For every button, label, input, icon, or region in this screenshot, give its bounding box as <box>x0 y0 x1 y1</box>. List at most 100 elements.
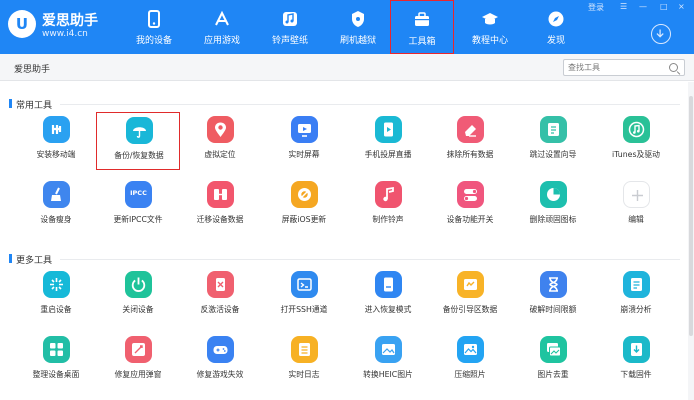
tool-play-video[interactable]: 手机投屏直播 <box>346 116 430 174</box>
tool-label: 屏蔽iOS更新 <box>281 215 327 224</box>
tool-crash-report[interactable]: 崩溃分析 <box>594 271 678 329</box>
broom-icon <box>43 181 70 208</box>
nav-label: 我的设备 <box>135 36 172 46</box>
tool-label: 设备功能开关 <box>446 215 494 224</box>
nav-tutorial-center[interactable]: 教程中心 <box>456 0 524 54</box>
music-note-icon <box>375 181 402 208</box>
app-window: U 爱思助手 www.i4.cn 我的设备 应用游戏 铃声壁纸 刷机越狱 工具箱… <box>0 0 694 400</box>
terminal-icon <box>291 271 318 298</box>
tool-log[interactable]: 实时日志 <box>262 336 346 394</box>
tool-restart[interactable]: 重启设备 <box>14 271 98 329</box>
location-pin-icon <box>207 116 234 143</box>
download-manager-icon[interactable] <box>651 24 671 44</box>
pie-icon <box>540 181 567 208</box>
play-video-icon <box>375 116 402 143</box>
tool-label: 图片去重 <box>537 370 569 379</box>
nav-toolbox[interactable]: 工具箱 <box>390 0 454 54</box>
logo-mark: U <box>8 10 36 38</box>
tool-photo-dedup[interactable]: 图片去重 <box>511 336 595 394</box>
nav-label: 教程中心 <box>471 36 508 46</box>
tool-repair-app[interactable]: 修复应用弹窗 <box>96 336 180 394</box>
tool-ipcc[interactable]: IPCC 更新IPCC文件 <box>96 181 180 239</box>
tool-label: 关闭设备 <box>122 305 154 314</box>
tool-label: 虚拟定位 <box>204 150 236 159</box>
power-icon <box>125 271 152 298</box>
section-more-tools-title: 更多工具 <box>8 253 52 266</box>
section-divider <box>60 259 680 260</box>
tool-label: 整理设备桌面 <box>32 370 80 379</box>
itunes-icon <box>623 116 650 143</box>
nav-flash-jailbreak[interactable]: 刷机越狱 <box>324 0 392 54</box>
tool-toggle[interactable]: 设备功能开关 <box>428 181 512 239</box>
tool-grid[interactable]: 整理设备桌面 <box>14 336 98 394</box>
tool-compress-photo[interactable]: 压缩照片 <box>428 336 512 394</box>
nav-ringtones-wallpapers[interactable]: 铃声壁纸 <box>256 0 324 54</box>
tool-label: 破解时间限额 <box>529 305 577 314</box>
grid-icon <box>43 336 70 363</box>
section-divider <box>60 104 680 105</box>
tool-label: 实时屏幕 <box>288 150 320 159</box>
tool-gear-block[interactable]: 屏蔽iOS更新 <box>262 181 346 239</box>
tool-download-firmware[interactable]: 下载固件 <box>594 336 678 394</box>
tool-deactivate[interactable]: 反激活设备 <box>178 271 262 329</box>
tool-label: 更新IPCC文件 <box>113 215 163 224</box>
tool-label: 编辑 <box>628 215 644 224</box>
tool-pie[interactable]: 删除顽固图标 <box>511 181 595 239</box>
scrollbar-thumb[interactable] <box>689 96 693 336</box>
tool-recovery[interactable]: 进入恢复模式 <box>346 271 430 329</box>
toolbox-icon <box>415 12 429 26</box>
tool-search-box[interactable] <box>563 59 685 76</box>
tool-label: 备份引导区数据 <box>442 305 498 314</box>
tool-plus[interactable]: 编辑 <box>594 181 678 239</box>
nav-my-device[interactable]: 我的设备 <box>120 0 188 54</box>
tool-label: 跳过设置向导 <box>529 150 577 159</box>
vertical-scrollbar[interactable] <box>688 82 694 400</box>
tool-label: 制作铃声 <box>372 215 404 224</box>
tool-backup-boot[interactable]: 备份引导区数据 <box>428 271 512 329</box>
tool-label: 压缩照片 <box>454 370 486 379</box>
deactivate-icon <box>207 271 234 298</box>
tool-label: 备份/恢复数据 <box>114 151 164 160</box>
tool-label: 崩溃分析 <box>620 305 652 314</box>
nav-discover[interactable]: 发现 <box>522 0 590 54</box>
tool-hourglass[interactable]: 破解时间限额 <box>511 271 595 329</box>
umbrella-icon <box>126 117 153 144</box>
maximize-button[interactable]: □ <box>660 2 668 14</box>
compass-icon <box>548 11 564 27</box>
tool-location-pin[interactable]: 虚拟定位 <box>178 116 262 174</box>
tool-install[interactable]: 安装移动端 <box>14 116 98 174</box>
tool-umbrella[interactable]: 备份/恢复数据 <box>96 112 180 170</box>
tool-label: 重启设备 <box>40 305 72 314</box>
tool-skip-guide[interactable]: 跳过设置向导 <box>511 116 595 174</box>
tool-label: 下载固件 <box>620 370 652 379</box>
nav-label: 刷机越狱 <box>339 36 376 46</box>
tool-itunes[interactable]: iTunes及驱动 <box>594 116 678 174</box>
tool-terminal[interactable]: 打开SSH通道 <box>262 271 346 329</box>
nav-label: 发现 <box>546 36 565 46</box>
nav-apps-games[interactable]: 应用游戏 <box>188 0 256 54</box>
tool-power[interactable]: 关闭设备 <box>96 271 180 329</box>
close-button[interactable]: × <box>678 2 685 14</box>
search-icon[interactable] <box>669 63 678 72</box>
tool-eraser[interactable]: 抹除所有数据 <box>428 116 512 174</box>
tool-music-note[interactable]: 制作铃声 <box>346 181 430 239</box>
breadcrumb-title: 爱思助手 <box>14 65 51 75</box>
tool-image-convert[interactable]: 转换HEIC图片 <box>346 336 430 394</box>
tool-screen-share[interactable]: 实时屏幕 <box>262 116 346 174</box>
tool-label: 修复游戏失效 <box>196 370 244 379</box>
tool-broom[interactable]: 设备瘦身 <box>14 181 98 239</box>
login-link[interactable]: 登录 <box>588 2 604 14</box>
install-icon <box>43 116 70 143</box>
gear-block-icon <box>291 181 318 208</box>
nav-label: 铃声壁纸 <box>271 36 308 46</box>
search-input[interactable] <box>568 61 664 74</box>
tool-gamepad[interactable]: 修复游戏失效 <box>178 336 262 394</box>
toggle-icon <box>457 181 484 208</box>
ipcc-icon: IPCC <box>125 181 152 208</box>
tool-transfer[interactable]: 迁移设备数据 <box>178 181 262 239</box>
repair-app-icon <box>125 336 152 363</box>
tool-label: 进入恢复模式 <box>364 305 412 314</box>
minimize-button[interactable]: — <box>639 2 647 14</box>
shield-icon <box>352 11 364 27</box>
menu-icon[interactable]: ☰ <box>620 2 627 14</box>
